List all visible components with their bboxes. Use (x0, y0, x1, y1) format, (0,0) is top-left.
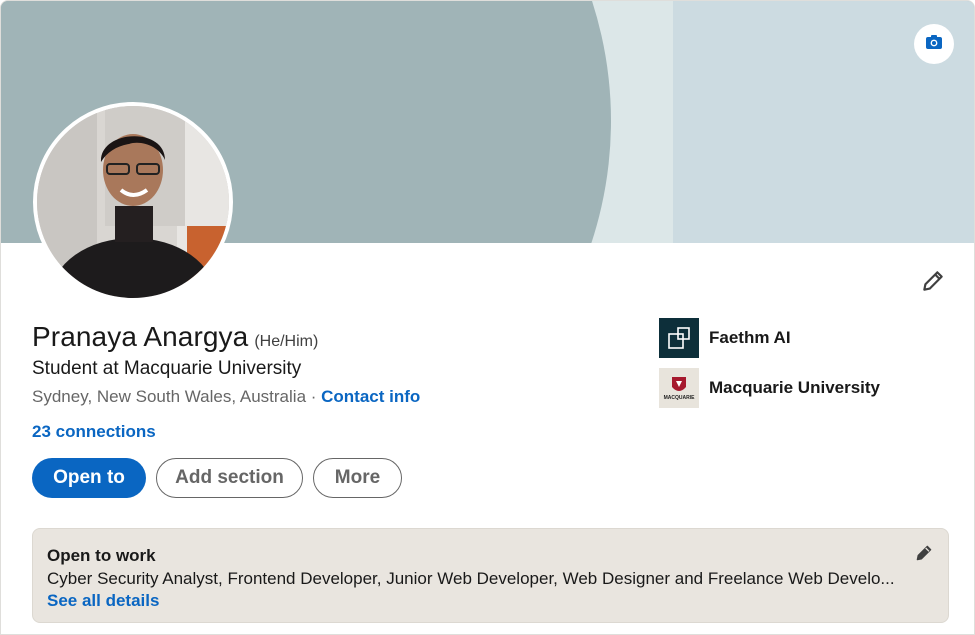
profile-headline: Student at Macquarie University (32, 358, 302, 379)
profile-actions: Open to Add section More (32, 458, 402, 498)
profile-name: Pranaya Anargya (32, 321, 249, 352)
profile-photo-image (37, 106, 229, 298)
location-row: Sydney, New South Wales, Australia · Con… (32, 387, 420, 407)
macquarie-logo-text: MACQUARIE (663, 395, 695, 401)
open-to-work-title: Open to work (47, 546, 156, 565)
faethm-logo (659, 318, 699, 358)
open-to-work-card: Open to work Cyber Security Analyst, Fro… (32, 528, 949, 623)
profile-photo[interactable] (33, 102, 233, 302)
see-all-details-link[interactable]: See all details (47, 591, 159, 611)
open-to-work-roles: Cyber Security Analyst, Frontend Develop… (47, 569, 895, 588)
org-name: Faethm AI (709, 328, 791, 347)
edit-banner-button[interactable] (914, 24, 954, 64)
pencil-icon (920, 268, 946, 299)
edit-open-to-work-button[interactable] (910, 541, 938, 569)
camera-icon (924, 32, 944, 57)
contact-info-link[interactable]: Contact info (321, 387, 420, 406)
macquarie-logo: MACQUARIE (659, 368, 699, 408)
profile-location: Sydney, New South Wales, Australia (32, 387, 307, 406)
connections-link[interactable]: 23 connections (32, 422, 156, 442)
name-row: Pranaya Anargya (He/Him) (32, 321, 318, 353)
more-button[interactable]: More (313, 458, 402, 498)
pencil-icon (914, 543, 934, 568)
add-section-button[interactable]: Add section (156, 458, 303, 498)
org-macquarie[interactable]: MACQUARIE Macquarie University (659, 368, 880, 408)
open-to-button[interactable]: Open to (32, 458, 146, 498)
location-separator: · (306, 387, 322, 406)
edit-intro-button[interactable] (913, 263, 953, 303)
org-faethm[interactable]: Faethm AI (659, 318, 791, 358)
org-name: Macquarie University (709, 378, 881, 397)
profile-card: Pranaya Anargya (He/Him) Student at Macq… (0, 0, 975, 635)
profile-pronouns: (He/Him) (254, 333, 319, 350)
